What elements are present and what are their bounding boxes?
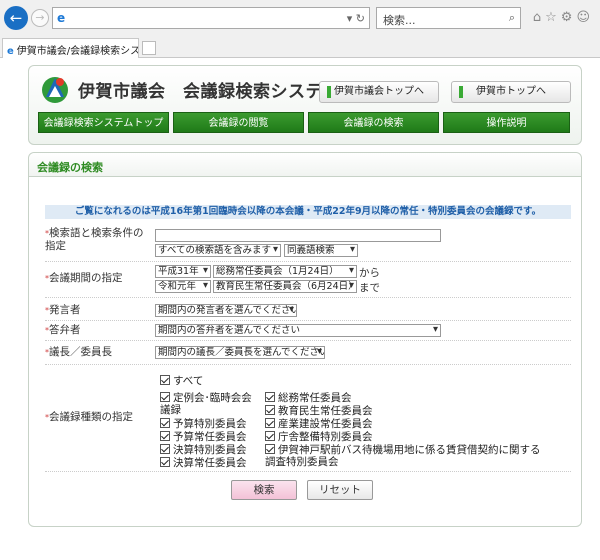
nav-instructions[interactable]: 操作説明 <box>443 112 570 133</box>
nav-browse-records[interactable]: 会議録の閲覧 <box>173 112 304 133</box>
type-label: *会議録種類の指定 <box>45 411 133 423</box>
nav-search-system-top[interactable]: 会議録検索システムトップ <box>38 112 169 133</box>
page-content: 伊賀市議会 会議録検索システム 伊賀市議会トップへ 伊賀市トップへ 会議録検索シ… <box>0 59 600 560</box>
address-controls-icon[interactable]: ▾ ↻ <box>347 12 365 25</box>
iga-logo-icon <box>42 77 68 103</box>
checkbox-box <box>160 457 170 467</box>
answerer-select[interactable]: 期間内の答弁者を選んでください <box>155 324 441 337</box>
divider <box>45 261 571 262</box>
period-from-era-select[interactable]: 平成31年 <box>155 265 211 278</box>
site-title: 伊賀市議会 会議録検索システム <box>78 82 340 102</box>
divider <box>45 471 571 472</box>
type-checkbox[interactable]: 庁舎整備特別委員会 <box>265 430 373 443</box>
type-checkbox[interactable]: 総務常任委員会 <box>265 391 352 404</box>
period-to-suffix: まで <box>359 282 380 294</box>
checkbox-box <box>265 418 275 428</box>
checkbox-box <box>160 431 170 441</box>
tab-title: 伊賀市議会/会議録検索シス... <box>16 46 139 57</box>
ie-page-icon: e <box>57 11 66 25</box>
type-checkbox[interactable]: 予算常任委員会 <box>160 430 247 443</box>
keyword-input[interactable] <box>155 229 441 242</box>
tab-favicon-icon: e <box>7 46 14 57</box>
type-checkbox[interactable]: 定例会･臨時会会議録 <box>160 391 260 416</box>
home-icon: ⌂ <box>532 10 546 25</box>
checkbox-box <box>160 418 170 428</box>
type-checkbox[interactable]: 教育民生常任委員会 <box>265 404 373 417</box>
toolbar-icons[interactable]: ⌂☆⚙☺ <box>533 10 594 25</box>
forward-button[interactable]: → <box>31 9 49 27</box>
checkbox-box <box>265 405 275 415</box>
answerer-label: *答弁者 <box>45 324 81 336</box>
checkbox-box <box>160 444 170 454</box>
period-to-era-select[interactable]: 令和元年 <box>155 280 211 293</box>
search-section: 会議録の検索 ご覧になれるのは平成16年第1回臨時会以降の本会議・平成22年9月… <box>28 152 582 527</box>
type-all-checkbox[interactable]: すべて <box>160 374 203 387</box>
type-checkbox[interactable]: 決算特別委員会 <box>160 443 247 456</box>
checkbox-box <box>265 392 275 402</box>
keyword-label: *検索語と検索条件の 指定 <box>45 227 144 252</box>
availability-notice: ご覧になれるのは平成16年第1回臨時会以降の本会議・平成22年9月以降の常任・特… <box>45 205 571 219</box>
checkbox-box <box>265 444 275 454</box>
browser-tab[interactable]: e 伊賀市議会/会議録検索シス... <box>2 38 139 58</box>
divider <box>45 320 571 321</box>
type-checkbox[interactable]: 決算常任委員会 <box>160 456 247 469</box>
search-button[interactable]: 検索 <box>231 480 297 500</box>
speaker-label: *発言者 <box>45 304 81 316</box>
link-council-top-button[interactable]: 伊賀市議会トップへ <box>319 81 439 103</box>
period-to-meeting-select[interactable]: 教育民生常任委員会（6月24日） <box>213 280 357 293</box>
smiley-icon: ☺ <box>576 10 594 25</box>
reset-button[interactable]: リセット <box>307 480 373 500</box>
divider <box>45 340 571 341</box>
divider <box>45 364 571 365</box>
period-label: *会議期間の指定 <box>45 272 123 284</box>
gear-icon: ⚙ <box>560 10 577 25</box>
browser-search-input[interactable]: 検索... ⌕ <box>376 7 521 29</box>
new-tab-button[interactable] <box>142 41 156 55</box>
chair-select[interactable]: 期間内の議長／委員長を選んでください <box>155 346 325 359</box>
synonym-mode-select[interactable]: 同義語検索 <box>284 244 358 257</box>
checkbox-box <box>160 392 170 402</box>
nav-search-records[interactable]: 会議録の検索 <box>308 112 439 133</box>
chair-label: *議長／委員長 <box>45 346 112 358</box>
keyword-mode-select[interactable]: すべての検索語を含みます <box>155 244 281 257</box>
browser-search-placeholder: 検索... <box>383 14 416 27</box>
search-icon[interactable]: ⌕ <box>509 11 515 25</box>
address-bar[interactable]: e ▾ ↻ <box>52 7 370 29</box>
browser-chrome: ← → e ▾ ↻ 検索... ⌕ ⌂☆⚙☺ e 伊賀市議会/会議録検索シス... <box>0 0 600 58</box>
type-checkbox[interactable]: 予算特別委員会 <box>160 417 247 430</box>
checkbox-box <box>160 375 170 385</box>
type-checkbox[interactable]: 伊賀神戸駅前バス待機場用地に係る賃貸借契約に関する調査特別委員会 <box>265 443 550 468</box>
checkbox-box <box>265 431 275 441</box>
period-from-meeting-select[interactable]: 総務常任委員会（1月24日） <box>213 265 357 278</box>
period-from-suffix: から <box>359 267 380 279</box>
favorites-star-icon: ☆ <box>545 10 561 25</box>
divider <box>45 297 571 298</box>
link-city-top-button[interactable]: 伊賀市トップへ <box>451 81 571 103</box>
back-button[interactable]: ← <box>4 6 28 30</box>
section-title: 会議録の検索 <box>29 153 581 177</box>
speaker-select[interactable]: 期間内の発言者を選んでください <box>155 304 297 317</box>
type-checkbox[interactable]: 産業建設常任委員会 <box>265 417 373 430</box>
